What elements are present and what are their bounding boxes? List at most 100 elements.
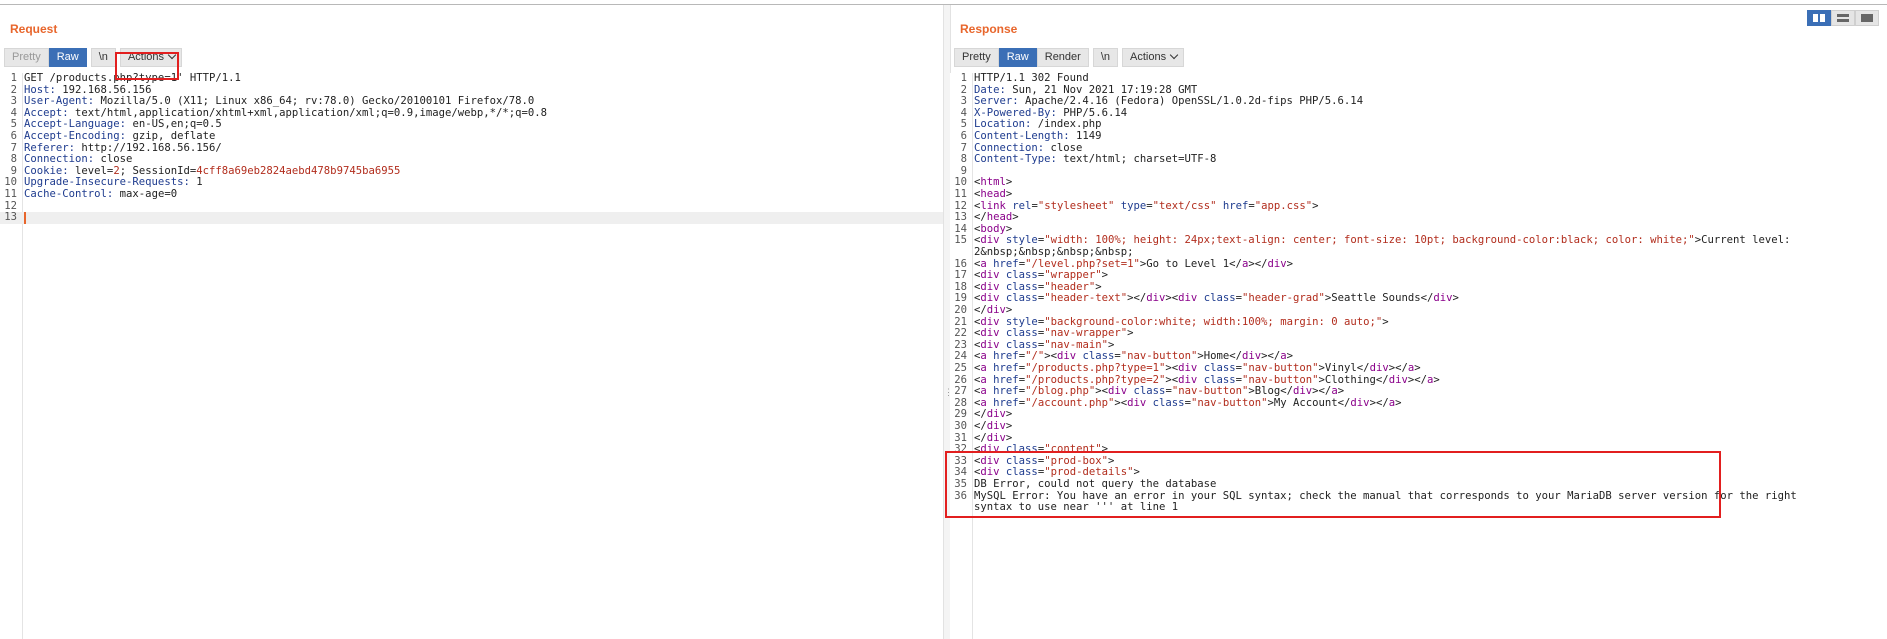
code-token: "nav-button" [1241,362,1319,374]
response-tab-raw[interactable]: Raw [998,48,1037,67]
line-text: <div class="header-text"></div><div clas… [974,293,1459,305]
response-code-line: 29 </div> [950,409,1887,421]
response-tab-pretty[interactable]: Pretty [954,48,999,67]
text-caret [24,212,26,225]
code-token: > [1095,280,1102,293]
code-token: "text/css" [1152,199,1217,212]
line-number: 36 [954,489,967,502]
code-token: "prod-box" [1044,454,1108,467]
request-tabs: Pretty Raw \n Actions [4,48,183,67]
code-token: > [1005,431,1013,444]
response-actions-label: Actions [1130,51,1167,63]
response-tab-newline[interactable]: \n [1092,48,1119,67]
request-pane: Request Pretty Raw \n Actions 1 GET /prod… [0,5,943,639]
code-token: >< [1114,396,1128,409]
code-token: div [1056,350,1077,363]
code-token: > [1382,315,1389,328]
code-token: ></ [1369,396,1389,409]
code-token: >< [1044,350,1057,363]
response-code-line: 13 </head> [950,211,1887,224]
request-tab-pretty[interactable]: Pretty [4,48,49,67]
code-token: > [1107,338,1115,351]
line-number: 35 [954,478,967,490]
code-token: Host: [24,83,56,96]
line-number: 25 [954,362,967,374]
code-token: http://192.168.56.156/ [75,141,222,154]
line-number: 15 [954,234,967,247]
code-token: "nav-button" [1171,385,1249,398]
line-number: 20 [954,304,967,316]
code-token: "/level.php?set=1" [1025,257,1140,270]
line-text: Content-Type: text/html; charset=UTF-8 [974,153,1216,166]
response-editor[interactable]: 1 HTTP/1.1 302 Found 2 Date: Sun, 21 Nov 20… [950,72,1887,639]
code-token: "/" [1025,350,1045,363]
request-tab-raw[interactable]: Raw [48,48,87,67]
code-token: > [1101,443,1108,456]
code-token: > [1452,292,1459,305]
code-token: >Current level: [1694,234,1791,247]
code-token: "app.css" [1254,199,1313,212]
code-token: gzip, deflate [126,130,216,142]
code-token: div [1242,350,1262,363]
code-token: ></ [1388,362,1408,374]
request-code-line: 13 [0,211,943,225]
line-text: <a href="/account.php"><div class="nav-b… [974,396,1401,410]
code-token: syntax to use near ''' at line 1 [974,501,1179,514]
code-token: >Seattle Sounds</ [1324,292,1434,305]
code-token: "header-text" [1044,292,1128,305]
code-token: Cache-Control: [24,188,114,200]
request-editor[interactable]: 1 GET /products.php?type=1' HTTP/1.1 2 Host… [0,72,943,639]
code-token: > [1012,211,1019,224]
drag-handle-icon[interactable]: ⋮ [944,388,953,397]
request-tab-newline[interactable]: \n [90,48,116,67]
code-token: div [1293,385,1313,398]
code-token: X-Powered-By: [974,106,1057,119]
code-token: href [993,350,1019,363]
code-token: "background-color:white; width:100%; mar… [1044,315,1383,328]
code-token: >Vinyl</ [1318,362,1370,374]
code-token: Accept: [24,106,69,119]
code-token: >Go to Level 1</ [1139,257,1242,270]
code-token: HTTP/1.1 302 Found [974,72,1089,84]
code-token: Referer: [24,141,76,154]
code-token: 1 [189,176,203,189]
response-code-line: 9 [950,165,1887,178]
code-token: ></ [1407,373,1427,386]
code-token: >< [1165,373,1179,386]
code-token: div [1369,362,1389,374]
code-token: ></ [1248,257,1268,270]
code-token: link [980,199,1006,212]
code-token: "width: 100%; height: 24px;text-align: c… [1044,234,1695,247]
code-token: </ [974,211,987,224]
response-code-line: 8 Content-Type: text/html; charset=UTF-8 [950,153,1887,166]
request-actions-button[interactable]: Actions [119,48,183,67]
code-token: "prod-details" [1044,466,1134,479]
code-token: href [993,257,1019,270]
code-token: div [1267,257,1287,270]
code-token: div [1350,396,1370,409]
response-code-line: 28 <a href="/account.php"><div class="nav… [950,396,1887,410]
response-actions-button[interactable]: Actions [1122,48,1185,67]
code-token: >My Account</ [1267,396,1351,409]
code-token: type [1120,199,1147,212]
line-number: 11 [4,188,17,200]
response-tab-render[interactable]: Render [1036,48,1089,67]
code-token: div [986,420,1006,432]
code-token: "header-grad" [1241,292,1325,305]
code-token: class [1005,338,1038,351]
code-token: Content-Length: [974,130,1070,142]
code-token: > [1127,327,1134,340]
code-token: class [1005,466,1038,479]
code-token: "nav-button" [1120,350,1198,363]
code-token: div [980,315,1000,328]
code-token: head [980,188,1006,200]
code-token: div [980,443,1000,456]
code-token: class [1005,269,1038,282]
code-token: div [980,280,1000,293]
code-token: class [1005,327,1038,340]
line-number: 13 [4,211,17,224]
code-token: ></ [1127,292,1147,305]
code-token: >Blog</ [1248,385,1294,398]
code-token: class [1005,454,1038,467]
code-token: ; SessionId= [119,164,197,177]
